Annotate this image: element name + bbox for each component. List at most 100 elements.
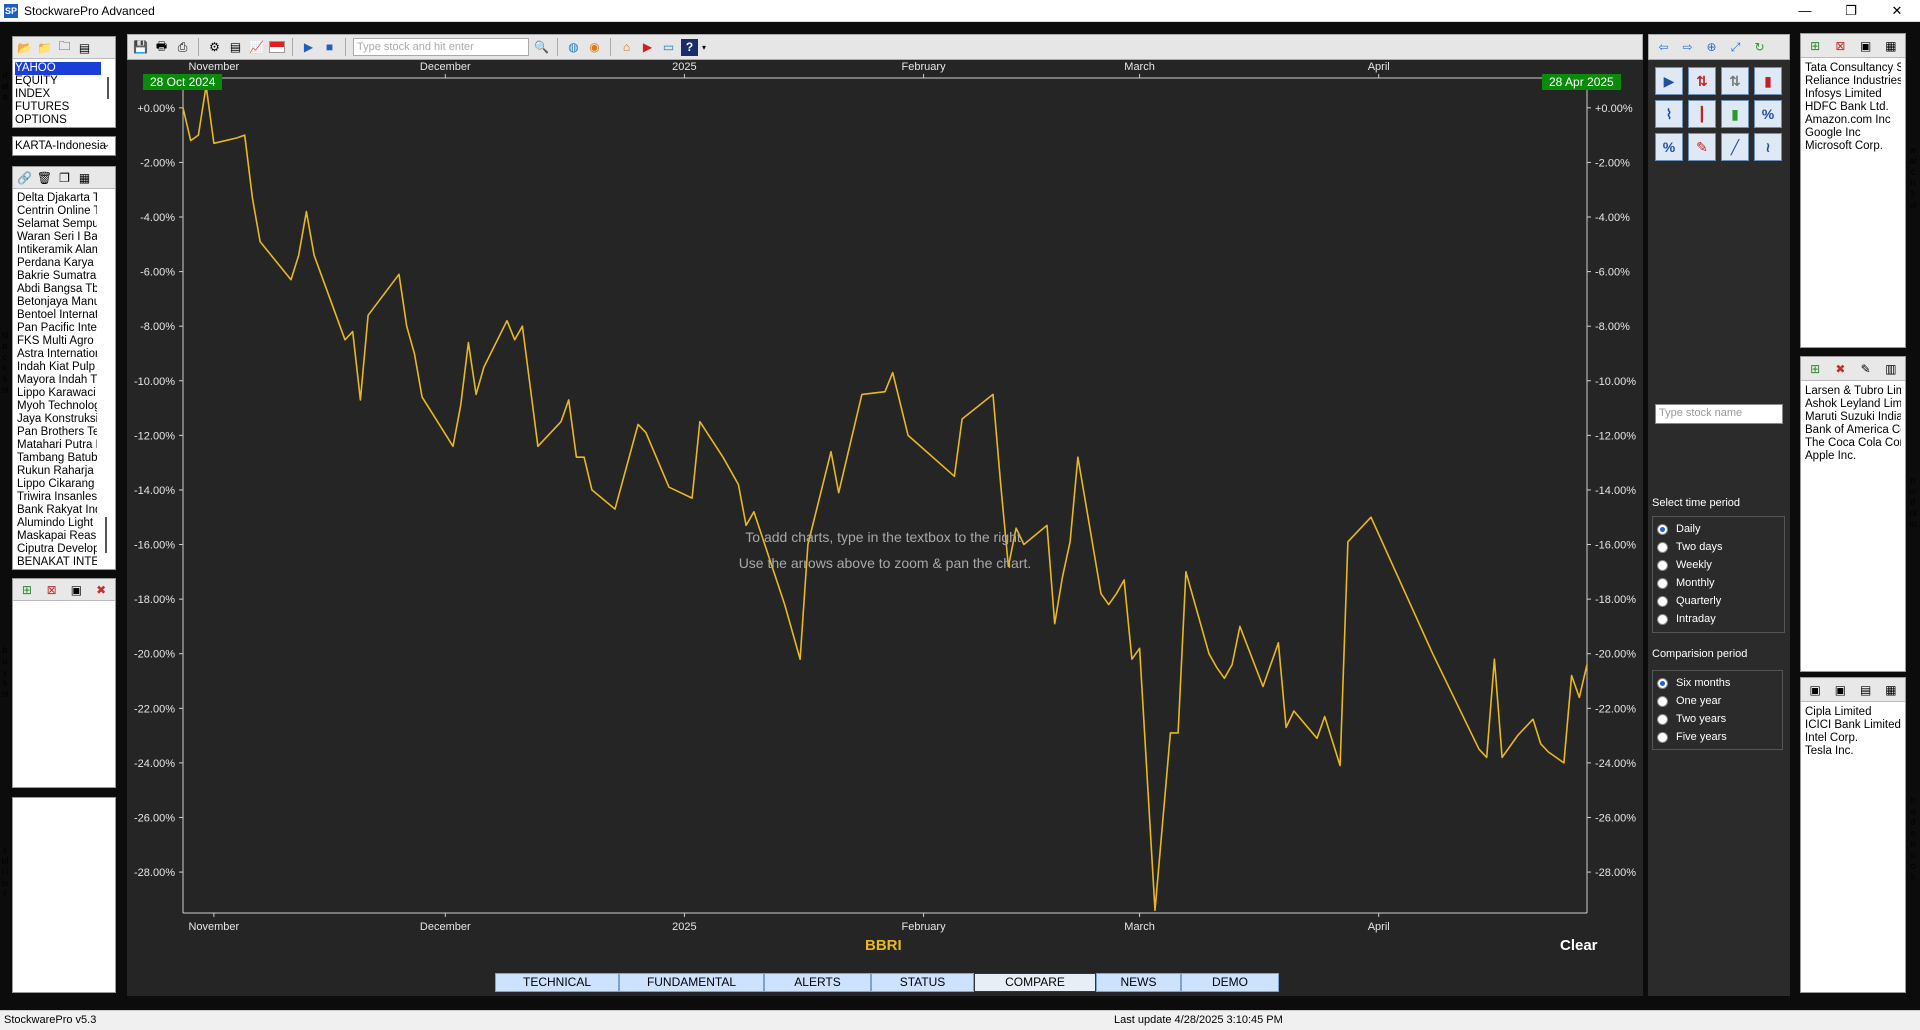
trade-edit-icon[interactable]: ▤ bbox=[1857, 681, 1874, 698]
stock-list-item[interactable]: Myoh Technolog bbox=[17, 400, 97, 413]
buy-edit-icon[interactable]: ▣ bbox=[68, 581, 85, 598]
comparison-period-option[interactable]: Five years bbox=[1653, 728, 1782, 746]
stock-list-item[interactable]: Abdi Bangsa Tbk bbox=[17, 283, 97, 296]
table-icon[interactable]: ▦ bbox=[76, 169, 93, 186]
chart-icon[interactable]: 📈 bbox=[248, 39, 265, 56]
stock-list-item[interactable]: Selamat Sempur bbox=[17, 218, 97, 231]
radio-button[interactable] bbox=[1657, 731, 1668, 743]
play-icon[interactable]: ▶ bbox=[300, 39, 317, 56]
radio-button[interactable] bbox=[1657, 541, 1668, 553]
stock-list-item[interactable]: Tambang Batuba bbox=[17, 452, 97, 465]
radio-button[interactable] bbox=[1657, 595, 1668, 607]
refresh-folder-icon[interactable]: 📁 bbox=[36, 39, 53, 56]
zoom-icon[interactable]: ⊕ bbox=[1703, 39, 1720, 56]
portfolio-chart-icon[interactable]: ▥ bbox=[1882, 360, 1899, 377]
stock-list-item[interactable]: Bakrie Sumatra I bbox=[17, 270, 97, 283]
tab-news[interactable]: NEWS bbox=[1096, 973, 1181, 992]
stock-list-item[interactable]: Mayora Indah Tb bbox=[17, 374, 97, 387]
stock-list-item[interactable]: Bank Rakyat Ind bbox=[17, 504, 97, 517]
folder-dropdown-icon[interactable]: 🗀 bbox=[56, 39, 73, 56]
stock-list-item[interactable]: Lippo Karawaci T bbox=[17, 387, 97, 400]
stock-list-item[interactable]: Alumindo Light M bbox=[17, 517, 97, 530]
candle-button[interactable]: ▮ bbox=[1754, 67, 1782, 95]
watch-add-icon[interactable]: ⊞ bbox=[1807, 37, 1824, 54]
watch-list-item[interactable]: Tata Consultancy Se bbox=[1805, 62, 1901, 75]
print-icon[interactable]: ⎙ bbox=[174, 39, 191, 56]
gear-icon[interactable]: ⚙ bbox=[206, 39, 223, 56]
radio-button[interactable] bbox=[1657, 695, 1668, 707]
stock-list-item[interactable]: Lippo Cikarang bbox=[17, 478, 97, 491]
portfolio-edit-icon[interactable]: ✎ bbox=[1857, 360, 1874, 377]
trade-table-icon[interactable]: ▦ bbox=[1882, 681, 1899, 698]
buy-remove-icon[interactable]: ⊠ bbox=[43, 581, 60, 598]
portfolio-item[interactable]: Ashok Leyland Limite bbox=[1805, 398, 1901, 411]
stock-list-item[interactable]: Intikeramik Alam bbox=[17, 244, 97, 257]
watch-list-item[interactable]: Google Inc bbox=[1805, 127, 1901, 140]
stock-list-item[interactable]: Rukun Raharja T bbox=[17, 465, 97, 478]
draw-line-button[interactable]: ╱ bbox=[1721, 133, 1749, 161]
time-period-option[interactable]: Daily bbox=[1653, 520, 1784, 538]
trade-book-item[interactable]: Tesla Inc. bbox=[1805, 745, 1901, 758]
trade-book-item[interactable]: Cipla Limited bbox=[1805, 706, 1901, 719]
radio-button[interactable] bbox=[1657, 559, 1668, 571]
chart-symbol-label[interactable]: BBRI bbox=[865, 937, 902, 954]
time-period-option[interactable]: Weekly bbox=[1653, 556, 1784, 574]
portfolio-item[interactable]: Maruti Suzuki India L bbox=[1805, 411, 1901, 424]
radio-button[interactable] bbox=[1657, 523, 1668, 535]
watch-list-item[interactable]: Infosys Limited bbox=[1805, 88, 1901, 101]
annotate-button[interactable]: ✎ bbox=[1688, 133, 1716, 161]
stock-search-input[interactable]: Type stock and hit enter bbox=[353, 38, 529, 56]
video-icon[interactable]: ▶ bbox=[639, 39, 656, 56]
tab-compare[interactable]: COMPARE bbox=[974, 973, 1096, 992]
settings-icon[interactable]: ▤ bbox=[76, 39, 93, 56]
stock-list-item[interactable]: Jaya Konstruksi bbox=[17, 413, 97, 426]
comparison-period-option[interactable]: One year bbox=[1653, 692, 1782, 710]
stock-list-item[interactable]: Waran Seri I Bar bbox=[17, 231, 97, 244]
tab-alerts[interactable]: ALERTS bbox=[764, 973, 871, 992]
watch-list-item[interactable]: Amazon.com Inc bbox=[1805, 114, 1901, 127]
stock-list-item[interactable]: Betonjaya Manu bbox=[17, 296, 97, 309]
close-button[interactable]: ✕ bbox=[1874, 0, 1920, 22]
watch-list-item[interactable]: HDFC Bank Ltd. bbox=[1805, 101, 1901, 114]
exchange-item[interactable]: EQUITY bbox=[15, 75, 101, 88]
chevron-down-icon[interactable]: ⌄ bbox=[102, 139, 110, 150]
radio-button[interactable] bbox=[1657, 713, 1668, 725]
rss-icon[interactable]: ◉ bbox=[586, 39, 603, 56]
save-icon[interactable]: 💾 bbox=[132, 39, 149, 56]
stock-list-item[interactable]: Pan Pacific Inter bbox=[17, 322, 97, 335]
tab-fundamental[interactable]: FUNDAMENTAL bbox=[619, 973, 764, 992]
flag-icon[interactable] bbox=[269, 41, 285, 53]
updown-gray-button[interactable]: ⇅ bbox=[1721, 67, 1749, 95]
watch-list-item[interactable]: Microsoft Corp. bbox=[1805, 140, 1901, 153]
exchange-item[interactable]: YAHOO bbox=[15, 62, 101, 75]
exchange-scrollbar[interactable] bbox=[107, 77, 109, 99]
delete-stock-icon[interactable]: 🗑 bbox=[36, 169, 53, 186]
search-icon[interactable]: 🔍 bbox=[533, 39, 550, 56]
stock-list-item[interactable]: FKS Multi Agro T bbox=[17, 335, 97, 348]
trade-book-item[interactable]: ICICI Bank Limited bbox=[1805, 719, 1901, 732]
stock-list-item[interactable]: Centrin Online T bbox=[17, 205, 97, 218]
radio-button[interactable] bbox=[1657, 577, 1668, 589]
stock-list-item[interactable]: Triwira Insanles bbox=[17, 491, 97, 504]
percent-alt-button[interactable]: % bbox=[1655, 133, 1683, 161]
stock-list-item[interactable]: BENAKAT INTEG bbox=[17, 556, 97, 567]
restore-button[interactable]: ❐ bbox=[1828, 0, 1874, 22]
updown-button[interactable]: ⇅ bbox=[1688, 67, 1716, 95]
buy-add-icon[interactable]: ⊞ bbox=[18, 581, 35, 598]
watch-edit-icon[interactable]: ▣ bbox=[1857, 37, 1874, 54]
trend-button[interactable]: ⌇ bbox=[1655, 100, 1683, 128]
bars-button[interactable]: ▮ bbox=[1721, 100, 1749, 128]
stock-list-item[interactable]: Perdana Karya F bbox=[17, 257, 97, 270]
tab-status[interactable]: STATUS bbox=[871, 973, 974, 992]
stock-name-input[interactable]: Type stock name bbox=[1655, 404, 1783, 424]
minimize-button[interactable]: — bbox=[1782, 0, 1828, 22]
portfolio-add-icon[interactable]: ⊞ bbox=[1807, 360, 1824, 377]
market-select[interactable]: KARTA-Indonesia bbox=[12, 136, 116, 156]
reload-icon[interactable]: ↻ bbox=[1751, 39, 1768, 56]
stock-list-item[interactable]: Pan Brothers Te bbox=[17, 426, 97, 439]
trade-remove-icon[interactable]: ▣ bbox=[1832, 681, 1849, 698]
print-preview-icon[interactable]: 🖶 bbox=[153, 39, 170, 56]
watch-table-icon[interactable]: ▦ bbox=[1882, 37, 1899, 54]
fit-icon[interactable]: ⤢ bbox=[1727, 39, 1744, 56]
pan-left-icon[interactable]: ⇦ bbox=[1655, 39, 1672, 56]
